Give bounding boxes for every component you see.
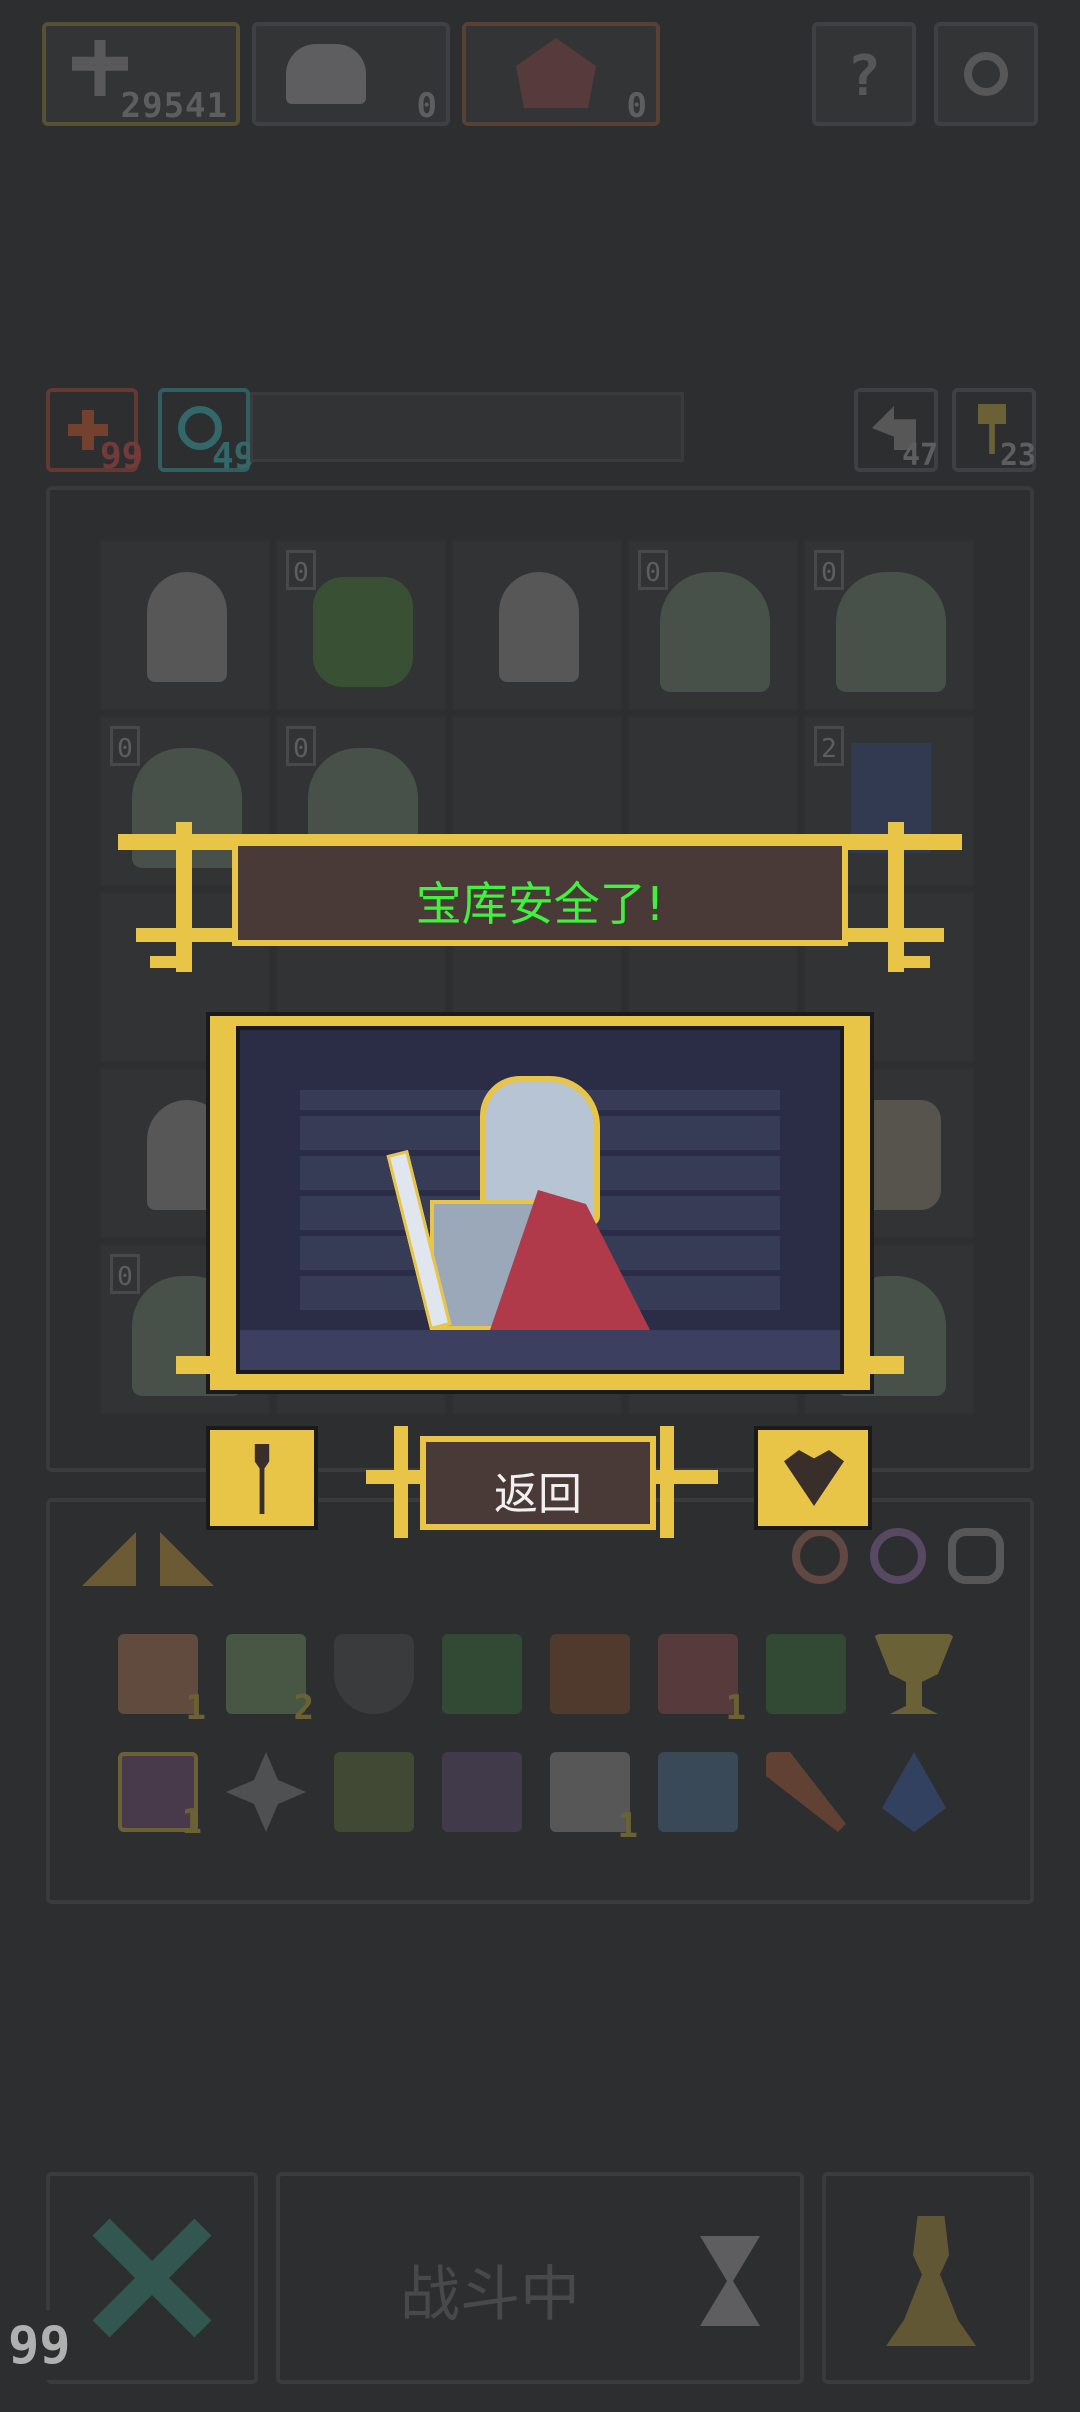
vault-safe-dialog: 宝库安全了! 返回 bbox=[0, 0, 1080, 2412]
banner-foot-left bbox=[150, 956, 190, 968]
banner-post-right bbox=[888, 822, 904, 972]
favorite-button[interactable] bbox=[754, 1426, 872, 1530]
banner-foot-right bbox=[890, 956, 930, 968]
return-post-left bbox=[394, 1426, 408, 1538]
heart-icon bbox=[784, 1450, 844, 1506]
return-post-right bbox=[660, 1426, 674, 1538]
info-icon bbox=[254, 1444, 270, 1514]
return-button[interactable]: 返回 bbox=[420, 1436, 656, 1530]
return-label: 返回 bbox=[494, 1469, 582, 1520]
info-button[interactable] bbox=[206, 1426, 318, 1530]
dialog-title: 宝库安全了! bbox=[415, 877, 665, 931]
floor bbox=[240, 1330, 840, 1370]
banner-post-left bbox=[176, 822, 192, 972]
dialog-title-panel: 宝库安全了! bbox=[232, 840, 848, 946]
knight-scene bbox=[236, 1026, 844, 1374]
